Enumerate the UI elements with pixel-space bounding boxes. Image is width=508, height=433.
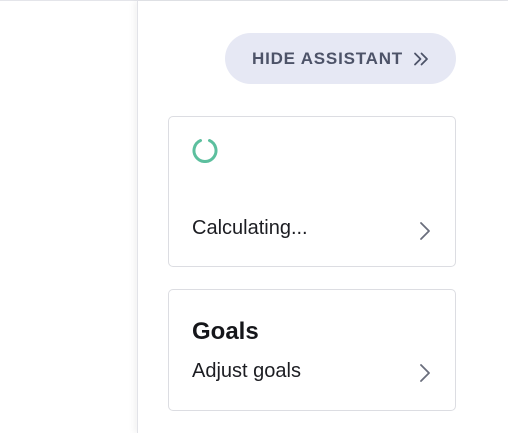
hide-assistant-label: HIDE ASSISTANT (252, 48, 403, 68)
page: HIDE ASSISTANT Calculating... Goals Adju… (0, 0, 508, 433)
goals-card[interactable]: Goals Adjust goals (168, 289, 456, 411)
chevron-right-icon (419, 221, 431, 241)
main-content-area (0, 1, 137, 433)
double-chevron-right-icon (413, 52, 429, 66)
hide-assistant-button[interactable]: HIDE ASSISTANT (225, 33, 456, 84)
chevron-right-icon (419, 363, 431, 383)
goals-title: Goals (192, 318, 259, 345)
calculating-status-text: Calculating... (192, 217, 308, 239)
assistant-panel: HIDE ASSISTANT Calculating... Goals Adju… (137, 1, 508, 433)
loading-spinner-icon (192, 137, 218, 164)
adjust-goals-link[interactable]: Adjust goals (192, 360, 301, 383)
calculating-card[interactable]: Calculating... (168, 116, 456, 267)
